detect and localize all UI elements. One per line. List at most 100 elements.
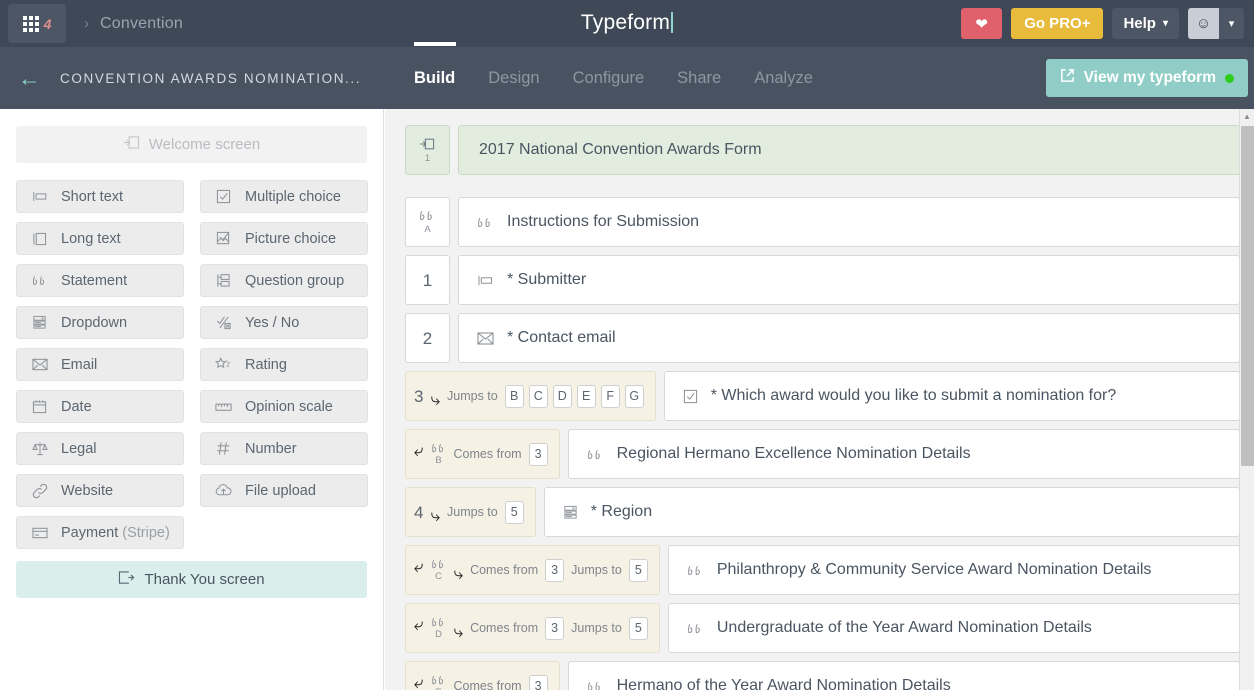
sidebar-field-question-group[interactable]: Question group [200, 264, 368, 297]
tab-analyze[interactable]: Analyze [754, 47, 813, 109]
form-row-card[interactable]: Regional Hermano Excellence Nomination D… [567, 429, 1240, 479]
logic-chip[interactable]: 3 [545, 558, 565, 582]
logic-chip[interactable]: C [528, 384, 548, 408]
sidebar-field-legal[interactable]: Legal [16, 432, 184, 465]
form-builder-canvas[interactable]: 1 2017 National Convention Awards Form A [385, 109, 1240, 690]
form-row-card[interactable]: * Which award would you like to submit a… [663, 371, 1240, 421]
logic-badge-b[interactable]: ⤷ B Comes from 3 [405, 429, 560, 479]
website-icon [31, 482, 48, 499]
sidebar-field-rating[interactable]: Rating [200, 348, 368, 381]
view-typeform-button[interactable]: View my typeform [1045, 59, 1248, 97]
logic-badge-d[interactable]: ⤷ D ⤷ Comes from 3 Jumps to 5 [405, 603, 660, 653]
logic-chip[interactable]: G [624, 384, 644, 408]
grid-icon [22, 15, 39, 32]
tab-design-label: Design [488, 68, 540, 87]
row-badge-1[interactable]: 1 [405, 255, 450, 305]
form-title[interactable]: CONVENTION AWARDS NOMINATION... [60, 71, 361, 86]
logic-chip[interactable]: 3 [528, 442, 548, 466]
picture-choice-icon [215, 230, 232, 247]
sidebar-field-label: Statement [61, 272, 128, 289]
sidebar-field-label: Yes / No [245, 314, 300, 331]
canvas-scrollbar[interactable]: ▲ [1239, 109, 1254, 690]
workspace-grid-button[interactable]: 4 [8, 4, 66, 43]
sidebar-field-label: Website [61, 482, 114, 499]
tab-build[interactable]: Build [414, 47, 455, 109]
form-row-card[interactable]: * Region [543, 487, 1240, 537]
tab-share[interactable]: Share [677, 47, 721, 109]
go-pro-button[interactable]: Go PRO+ [1011, 8, 1104, 39]
logic-id-column: 3 [414, 388, 423, 405]
sidebar-field-payment-label: Payment (Stripe) [61, 525, 170, 541]
logic-badge-e[interactable]: ⤷ E Comes from 3 [405, 661, 560, 690]
form-row-title: Philanthropy & Community Service Award N… [716, 561, 1152, 578]
form-row-card[interactable]: Hermano of the Year Award Nomination Det… [567, 661, 1240, 690]
sidebar-field-label: Legal [61, 440, 97, 457]
logic-chip[interactable]: 5 [628, 616, 648, 640]
row-badge-a[interactable]: A [405, 197, 450, 247]
form-row-card[interactable]: Instructions for Submission [458, 197, 1240, 247]
payment-provider: (Stripe) [122, 524, 170, 541]
rating-icon [215, 356, 232, 373]
help-button[interactable]: Help ▾ [1112, 8, 1179, 39]
logic-id: 3 [414, 386, 424, 406]
sidebar-field-opinion-scale[interactable]: Opinion scale [200, 390, 368, 423]
row-badge-welcome[interactable]: 1 [405, 125, 450, 175]
logic-chip[interactable]: 5 [504, 500, 524, 524]
tab-design[interactable]: Design [488, 47, 539, 109]
tab-configure[interactable]: Configure [573, 47, 645, 109]
logic-outgoing-label: Jumps to [447, 505, 498, 519]
workspace-count: 4 [43, 15, 52, 32]
payment-label-text: Payment [61, 524, 123, 541]
sidebar-field-number[interactable]: Number [200, 432, 368, 465]
sidebar-field-label: Question group [245, 272, 345, 289]
favorite-button[interactable]: ❤ [961, 8, 1003, 39]
breadcrumb-workspace[interactable]: Convention [100, 15, 183, 33]
jump-out-arrow-icon: ⤷ [430, 389, 440, 409]
account-menu-button[interactable]: ☺ ▾ [1188, 8, 1244, 39]
sidebar-field-dropdown[interactable]: Dropdown [16, 306, 184, 339]
number-icon [215, 440, 232, 457]
sidebar-field-short-text[interactable]: Short text [16, 180, 184, 213]
form-row-card[interactable]: 2017 National Convention Awards Form [458, 125, 1240, 175]
sidebar-field-website[interactable]: Website [16, 474, 184, 507]
form-row: ⤷ E Comes from 3 Hermano of th [405, 661, 1240, 690]
chevron-down-icon: ▾ [1219, 8, 1244, 39]
sidebar-field-file-upload[interactable]: File upload [200, 474, 368, 507]
sidebar-welcome-screen[interactable]: Welcome screen [16, 126, 367, 163]
sidebar-field-statement[interactable]: Statement [16, 264, 184, 297]
sidebar-field-long-text[interactable]: Long text [16, 222, 184, 255]
sidebar-thankyou-screen[interactable]: Thank You screen [16, 561, 367, 598]
sidebar-field-picture-choice[interactable]: Picture choice [200, 222, 368, 255]
form-row-card[interactable]: * Submitter [458, 255, 1240, 305]
logic-chip[interactable]: 5 [628, 558, 648, 582]
form-row-title: 2017 National Convention Awards Form [479, 141, 762, 158]
logic-badge-3[interactable]: 3 ⤷ Jumps to B C D E F G [405, 371, 656, 421]
form-row: 4 ⤷ Jumps to 5 * Region [405, 487, 1240, 537]
sidebar-field-email[interactable]: Email [16, 348, 184, 381]
scrollbar-thumb[interactable] [1241, 126, 1254, 466]
form-row-title: * Contact email [507, 329, 616, 346]
form-row-card[interactable]: Philanthropy & Community Service Award N… [667, 545, 1240, 595]
sidebar-field-payment[interactable]: Payment (Stripe) [16, 516, 184, 549]
scroll-up-arrow-icon[interactable]: ▲ [1240, 109, 1254, 124]
row-badge-number: 2 [422, 328, 433, 348]
logic-chip[interactable]: 3 [528, 674, 548, 690]
multiple-choice-icon [215, 188, 232, 205]
logic-chip[interactable]: F [600, 384, 620, 408]
logic-badge-4[interactable]: 4 ⤷ Jumps to 5 [405, 487, 536, 537]
form-row-card[interactable]: * Contact email [458, 313, 1240, 363]
legal-icon [31, 440, 48, 457]
logic-chip[interactable]: B [504, 384, 524, 408]
sidebar-field-yes-no[interactable]: Yes / No [200, 306, 368, 339]
logic-chip[interactable]: 3 [545, 616, 565, 640]
sidebar-field-multiple-choice[interactable]: Multiple choice [200, 180, 368, 213]
logic-chip[interactable]: D [552, 384, 572, 408]
logic-badge-c[interactable]: ⤷ C ⤷ Comes from 3 Jumps to 5 [405, 545, 660, 595]
form-row-card[interactable]: Undergraduate of the Year Award Nominati… [667, 603, 1240, 653]
logic-chip[interactable]: E [576, 384, 596, 408]
row-badge-2[interactable]: 2 [405, 313, 450, 363]
statement-icon [477, 216, 494, 229]
sidebar-field-date[interactable]: Date [16, 390, 184, 423]
back-arrow-icon[interactable]: ← [18, 66, 41, 90]
external-link-icon [1060, 68, 1075, 88]
